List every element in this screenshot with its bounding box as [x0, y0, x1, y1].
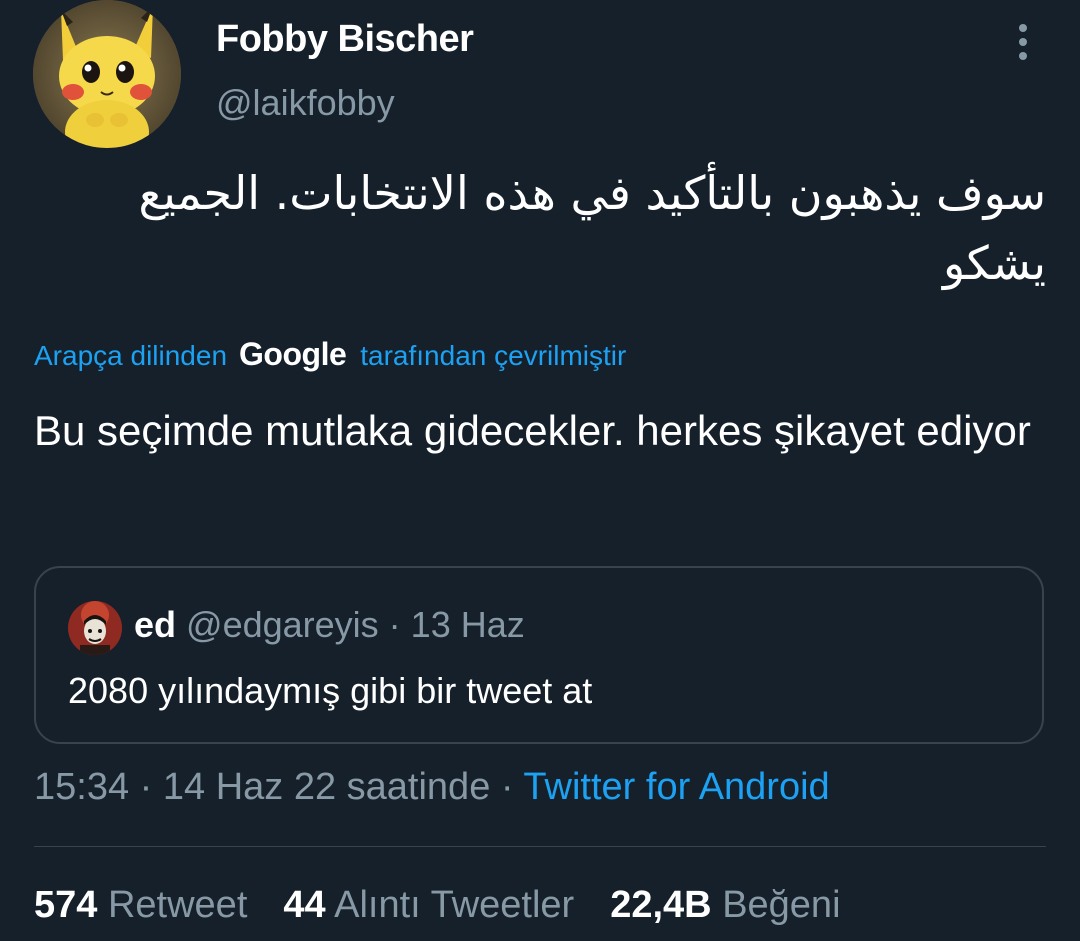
vertical-dots-icon [1019, 24, 1027, 60]
retweets-stat[interactable]: 574 Retweet [34, 884, 247, 927]
tweet-meta: 15:34 · 14 Haz 22 saatinde · Twitter for… [34, 766, 830, 809]
quote-author-name: ed [134, 604, 177, 645]
tweet-source-link[interactable]: Twitter for Android [523, 766, 829, 808]
quote-header: ed @edgareyis · 13 Haz [134, 604, 525, 646]
quote-text: 2080 yılındaymış gibi bir tweet at [68, 670, 593, 711]
quote-author-avatar [68, 601, 122, 655]
quotes-stat[interactable]: 44 Alıntı Tweetler [283, 884, 574, 927]
author-handle[interactable]: @laikfobby [216, 82, 395, 124]
translation-suffix: tarafından çevrilmiştir [360, 340, 627, 371]
translation-prefix: Arapça dilinden [34, 340, 228, 371]
translation-attribution[interactable]: Arapça dilinden Google tarafından çevril… [34, 336, 626, 373]
quotes-label: Alıntı Tweetler [334, 884, 575, 926]
tweet-original-text: سوف يذهبون بالتأكيد في هذه الانتخابات. ا… [138, 166, 1046, 290]
pikachu-avatar-icon [33, 0, 181, 148]
author-display-name[interactable]: Fobby Bischer [216, 18, 474, 61]
meta-separator-2: · [490, 766, 524, 808]
likes-stat[interactable]: 22,4B Beğeni [610, 884, 840, 927]
retweets-label: Retweet [107, 884, 248, 926]
retweets-count: 574 [34, 884, 98, 926]
author-avatar[interactable] [33, 0, 181, 148]
stats-divider [34, 846, 1046, 847]
quote-date: 13 Haz [410, 604, 525, 645]
more-options-button[interactable] [1000, 18, 1046, 68]
likes-label: Beğeni [722, 884, 841, 926]
google-logo: Google [239, 336, 347, 372]
tweet-time: 15:34 [34, 766, 130, 808]
meta-separator-1: · [129, 766, 163, 808]
engagement-stats: 574 Retweet 44 Alıntı Tweetler 22,4B Beğ… [34, 884, 841, 927]
edgar-avatar-icon [68, 601, 122, 655]
tweet-translated-text: Bu seçimde mutlaka gidecekler. herkes şi… [34, 407, 1031, 454]
quote-separator: · [378, 604, 411, 645]
quote-author-handle: @edgareyis [186, 604, 379, 645]
quotes-count: 44 [283, 884, 326, 926]
quoted-tweet-card[interactable]: ed @edgareyis · 13 Haz 2080 yılındaymış … [34, 566, 1044, 744]
tweet-date: 14 Haz 22 saatinde [162, 766, 491, 808]
likes-count: 22,4B [610, 884, 712, 926]
